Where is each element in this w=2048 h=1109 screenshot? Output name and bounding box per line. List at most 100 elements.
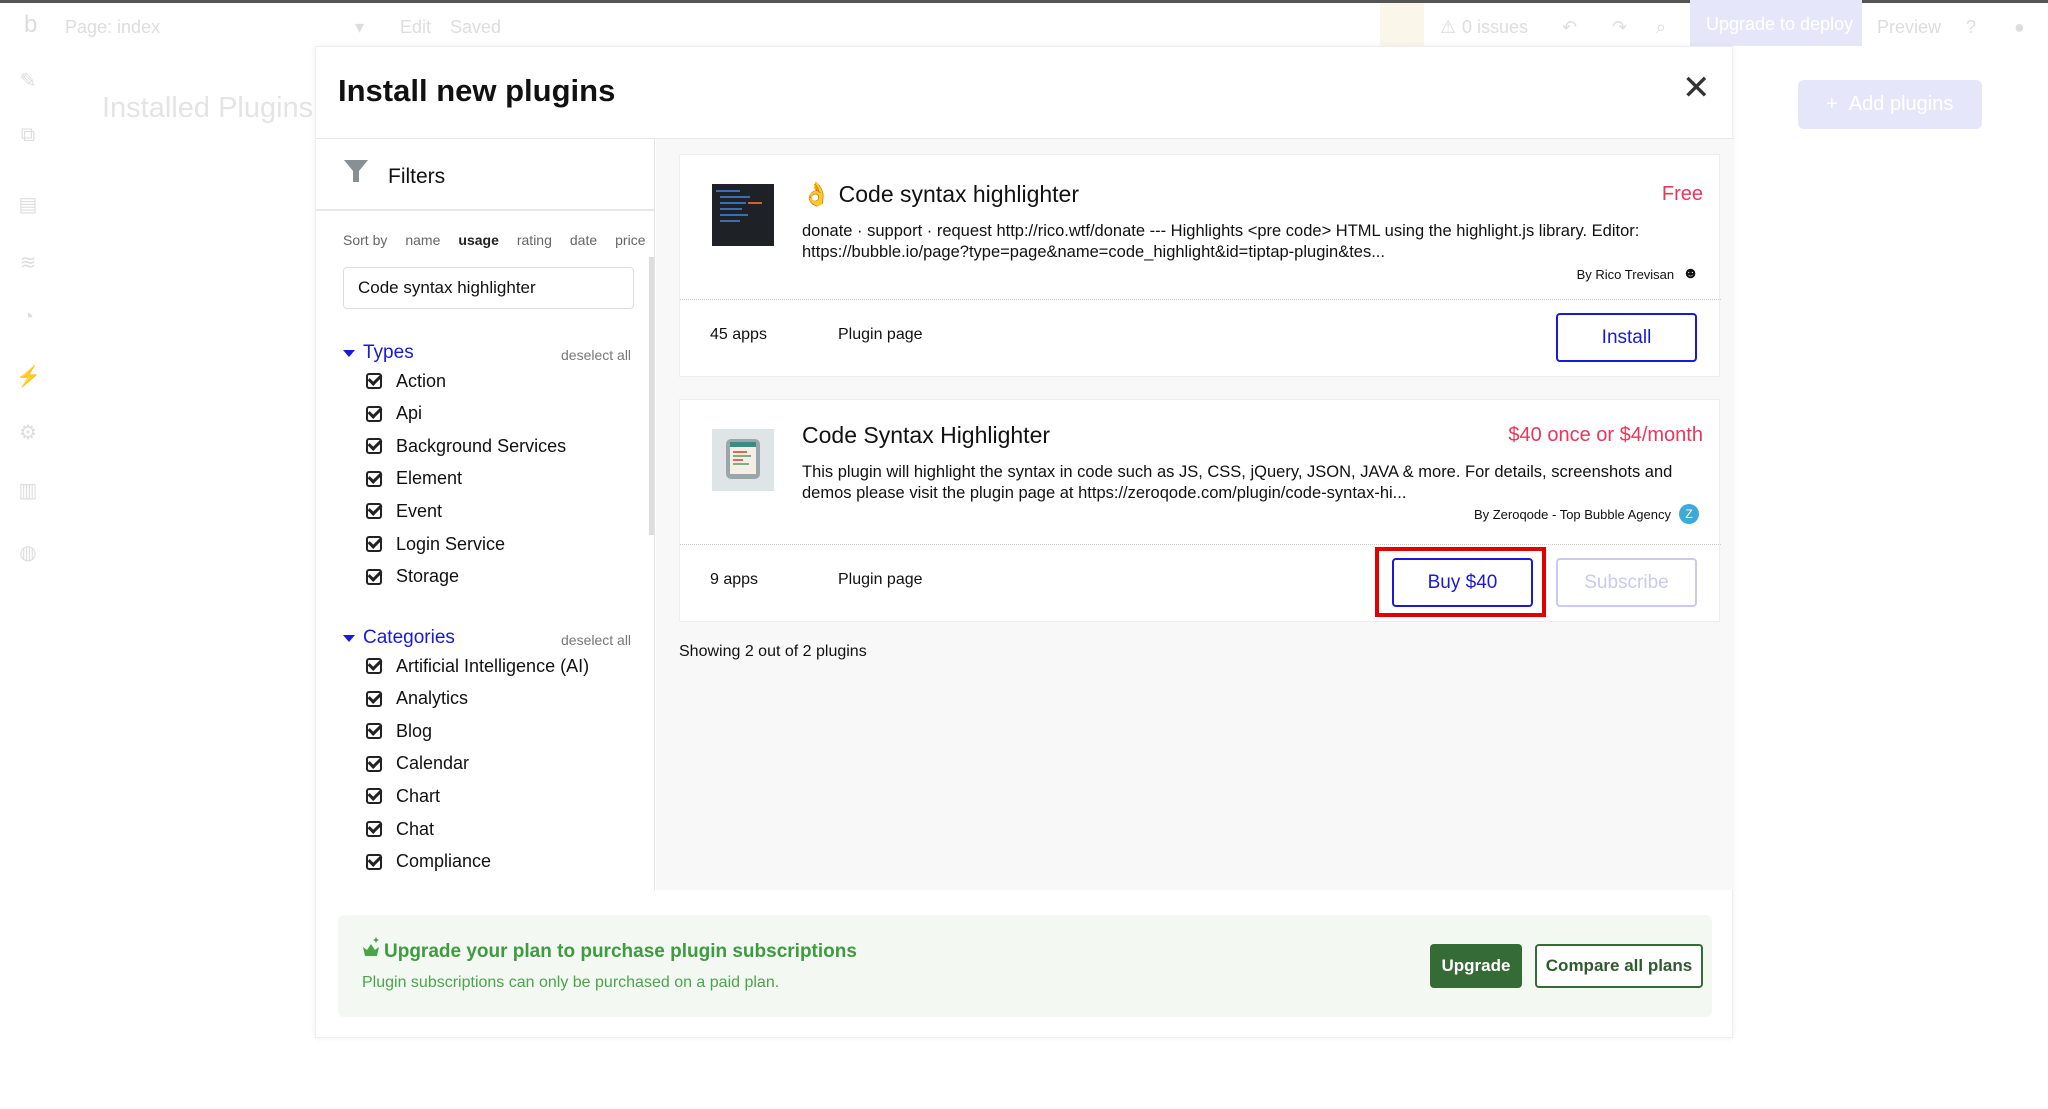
filter-item-label: Chat bbox=[396, 818, 435, 839]
filter-checkbox-item[interactable]: Event bbox=[366, 497, 442, 525]
plugin-description: This plugin will highlight the syntax in… bbox=[802, 463, 1673, 502]
logs-chart-icon[interactable]: ▥ bbox=[16, 478, 40, 502]
filter-item-label: Storage bbox=[396, 566, 460, 587]
styles-palette-icon[interactable]: ◔ bbox=[16, 306, 40, 330]
plugin-name[interactable]: 👌 Code syntax highlighter bbox=[802, 181, 1079, 208]
categories-label: Categories bbox=[363, 627, 455, 648]
checkbox-checked-icon[interactable] bbox=[366, 821, 382, 837]
filter-checkbox-item[interactable]: Element bbox=[366, 465, 462, 493]
plugin-page-link[interactable]: Plugin page bbox=[838, 326, 923, 344]
plugin-card: Code Syntax Highlighter $40 once or $4/m… bbox=[679, 399, 1721, 622]
subscribe-button[interactable]: Subscribe bbox=[1556, 558, 1697, 607]
filters-scrollbar[interactable] bbox=[649, 257, 654, 535]
close-icon[interactable]: ✕ bbox=[1682, 71, 1711, 105]
filter-checkbox-item[interactable]: Compliance bbox=[366, 848, 491, 876]
plugins-icon[interactable]: ⚡ bbox=[16, 364, 41, 388]
saved-status: Saved bbox=[450, 17, 502, 37]
database-icon[interactable]: ≋ bbox=[16, 250, 40, 274]
page-dropdown-icon[interactable]: ▾ bbox=[355, 17, 364, 38]
plugin-search-input[interactable] bbox=[343, 267, 634, 309]
upgrade-to-deploy-button[interactable]: Upgrade to deploy bbox=[1690, 0, 1862, 46]
user-icon[interactable]: ● bbox=[2014, 17, 2025, 38]
filters-panel: Filters Sort by name usage rating date p… bbox=[316, 139, 655, 890]
types-toggle[interactable]: Types bbox=[343, 342, 414, 364]
sort-price[interactable]: price bbox=[615, 232, 645, 248]
filter-checkbox-item[interactable]: Chart bbox=[366, 782, 440, 810]
design-pencil-icon[interactable]: ✎ bbox=[16, 68, 40, 92]
checkbox-checked-icon[interactable] bbox=[366, 503, 382, 520]
issues-button[interactable]: 0 issues bbox=[1462, 17, 1528, 38]
buy-button[interactable]: Buy $40 bbox=[1392, 558, 1533, 607]
plugin-name[interactable]: Code Syntax Highlighter bbox=[802, 422, 1050, 449]
plugin-price: $40 once or $4/month bbox=[1508, 424, 1703, 446]
add-plugins-label: Add plugins bbox=[1848, 93, 1954, 115]
avatar[interactable]: ◍ bbox=[16, 540, 40, 564]
filter-item-label: Element bbox=[396, 468, 463, 489]
checkbox-checked-icon[interactable] bbox=[366, 536, 382, 552]
filter-checkbox-item[interactable]: Chat bbox=[366, 815, 434, 843]
checkbox-checked-icon[interactable] bbox=[366, 568, 382, 585]
checkbox-checked-icon[interactable] bbox=[366, 755, 382, 772]
redo-icon[interactable]: ↷ bbox=[1612, 17, 1627, 38]
undo-icon[interactable]: ↶ bbox=[1562, 17, 1577, 38]
workflow-icon[interactable]: ⧉ bbox=[16, 124, 40, 148]
checkbox-checked-icon[interactable] bbox=[366, 788, 382, 805]
checkbox-checked-icon[interactable] bbox=[366, 470, 382, 487]
checkbox-checked-icon[interactable] bbox=[366, 723, 382, 740]
filter-checkbox-item[interactable]: Login Service bbox=[366, 530, 505, 558]
sort-date[interactable]: date bbox=[570, 232, 597, 248]
warning-icon: ⚠ bbox=[1440, 17, 1457, 37]
filter-checkbox-item[interactable]: Analytics bbox=[366, 685, 468, 713]
plugin-name-text: Code syntax highlighter bbox=[838, 181, 1080, 207]
upgrade-button[interactable]: Upgrade bbox=[1430, 944, 1522, 988]
gift-icon[interactable] bbox=[1380, 3, 1424, 46]
plugin-author[interactable]: By Zeroqode - Top Bubble Agency Z bbox=[1474, 504, 1699, 524]
checkbox-checked-icon[interactable] bbox=[366, 405, 382, 422]
checkbox-checked-icon[interactable] bbox=[366, 690, 382, 707]
compare-plans-button[interactable]: Compare all plans bbox=[1535, 944, 1703, 988]
filter-item-label: Login Service bbox=[396, 533, 506, 554]
results-count: Showing 2 out of 2 plugins bbox=[679, 643, 867, 660]
plugin-page-link[interactable]: Plugin page bbox=[838, 571, 923, 589]
types-label: Types bbox=[363, 342, 414, 363]
filters-header: Filters bbox=[316, 139, 654, 211]
settings-gear-icon[interactable]: ⚙ bbox=[16, 420, 40, 444]
filters-title: Filters bbox=[388, 165, 446, 188]
data-icon[interactable]: ▤ bbox=[16, 192, 40, 216]
filter-item-label: Blog bbox=[396, 720, 433, 741]
filter-checkbox-item[interactable]: Api bbox=[366, 400, 422, 428]
preview-button[interactable]: Preview bbox=[1877, 17, 1941, 38]
sort-usage[interactable]: usage bbox=[458, 232, 498, 248]
categories-toggle[interactable]: Categories bbox=[343, 627, 455, 649]
edit-menu[interactable]: Edit bbox=[400, 17, 431, 38]
author-name: By Zeroqode - Top Bubble Agency bbox=[1473, 506, 1671, 522]
plugin-description: donate · support · request http://rico.w… bbox=[802, 222, 1640, 261]
filter-checkbox-item[interactable]: Background Services bbox=[366, 432, 566, 460]
search-icon[interactable]: ⌕ bbox=[1656, 17, 1666, 38]
modal-title: Install new plugins bbox=[338, 73, 616, 108]
filter-checkbox-item[interactable]: Calendar bbox=[366, 750, 469, 778]
pinching-hand-icon: 👌 bbox=[802, 181, 831, 207]
help-icon[interactable]: ? bbox=[1966, 17, 1976, 38]
add-plugins-button[interactable]: + Add plugins bbox=[1798, 80, 1982, 129]
page-selector[interactable]: Page: index bbox=[65, 17, 160, 38]
sort-name[interactable]: name bbox=[405, 232, 440, 248]
filter-item-label: Background Services bbox=[396, 435, 567, 456]
filter-checkbox-item[interactable]: Storage bbox=[366, 563, 459, 591]
bubble-logo-icon[interactable]: b bbox=[24, 11, 37, 39]
checkbox-checked-icon[interactable] bbox=[366, 373, 382, 389]
filter-checkbox-item[interactable]: Action bbox=[366, 367, 446, 395]
checkbox-checked-icon[interactable] bbox=[366, 658, 382, 674]
types-deselect-all[interactable]: deselect all bbox=[561, 347, 631, 363]
upgrade-banner: Upgrade your plan to purchase plugin sub… bbox=[338, 915, 1712, 1017]
plugin-author[interactable]: By Rico Trevisan ☻ bbox=[1577, 265, 1699, 283]
checkbox-checked-icon[interactable] bbox=[366, 853, 382, 870]
categories-deselect-all[interactable]: deselect all bbox=[561, 632, 631, 648]
apps-count: 45 apps bbox=[710, 326, 767, 343]
checkbox-checked-icon[interactable] bbox=[366, 438, 382, 455]
install-button[interactable]: Install bbox=[1556, 313, 1697, 362]
sort-rating[interactable]: rating bbox=[517, 232, 552, 248]
filter-checkbox-item[interactable]: Blog bbox=[366, 717, 432, 745]
filter-checkbox-item[interactable]: Artificial Intelligence (AI) bbox=[366, 652, 589, 680]
card-divider bbox=[680, 299, 1721, 300]
